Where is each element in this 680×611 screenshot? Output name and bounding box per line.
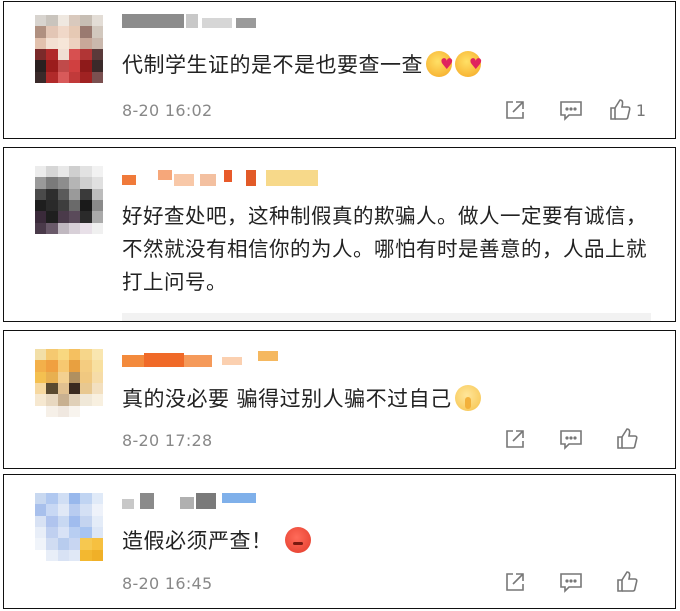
like-count: 1 — [635, 100, 647, 120]
share-icon — [506, 101, 524, 119]
comment-text: 代制学生证的是不是也要查一查 — [122, 48, 651, 81]
comment-text: 真的没必要 骗得过别人骗不过自己 — [122, 383, 651, 415]
share-button[interactable] — [487, 571, 543, 593]
avatar[interactable] — [35, 15, 103, 83]
blush-love-emoji — [455, 48, 483, 80]
angry-emoji — [284, 527, 311, 553]
comment-button[interactable] — [543, 99, 599, 121]
comment-button[interactable] — [543, 571, 599, 593]
comment-card: 好好查处吧，这种制假真的欺骗人。做人一定要有诚信，不然就没有相信你的为人。哪怕有… — [3, 147, 676, 322]
comment-card: 造假必须严查！ 8-20 16:45 — [3, 474, 676, 609]
comment-card: 真的没必要 骗得过别人骗不过自己 8-20 17:28 — [3, 330, 676, 469]
share-icon — [506, 573, 524, 591]
thumbs-up-icon — [610, 99, 631, 120]
share-icon — [506, 430, 524, 448]
comment-card: 代制学生证的是不是也要查一查 8-20 16:02 1 — [3, 1, 676, 139]
comment-time: 8-20 16:02 — [122, 101, 213, 120]
like-button[interactable] — [599, 427, 655, 451]
comment-button[interactable] — [543, 428, 599, 450]
comment-time: 8-20 16:45 — [122, 574, 213, 593]
comment-text: 造假必须严查！ — [122, 525, 651, 557]
comment-actions — [487, 570, 655, 594]
comment-icon — [560, 101, 582, 121]
comment-actions — [487, 427, 655, 451]
comment-icon — [560, 430, 582, 450]
like-button[interactable] — [599, 570, 655, 594]
comment-text: 好好查处吧，这种制假真的欺骗人。做人一定要有诚信，不然就没有相信你的为人。哪怕有… — [122, 204, 647, 294]
share-button[interactable] — [487, 428, 543, 450]
avatar[interactable] — [35, 349, 103, 417]
collapsed-content-divider — [122, 313, 651, 321]
avatar[interactable] — [35, 166, 103, 234]
comment-time: 8-20 17:28 — [122, 431, 213, 450]
thumbs-up-icon — [617, 428, 638, 449]
shush-emoji — [454, 385, 481, 411]
blush-love-emoji — [426, 48, 454, 80]
thumbs-up-icon — [617, 571, 638, 592]
avatar[interactable] — [35, 493, 103, 561]
like-button[interactable]: 1 — [599, 98, 655, 122]
comment-icon — [560, 573, 582, 593]
share-button[interactable] — [487, 99, 543, 121]
comment-actions: 1 — [487, 98, 655, 122]
